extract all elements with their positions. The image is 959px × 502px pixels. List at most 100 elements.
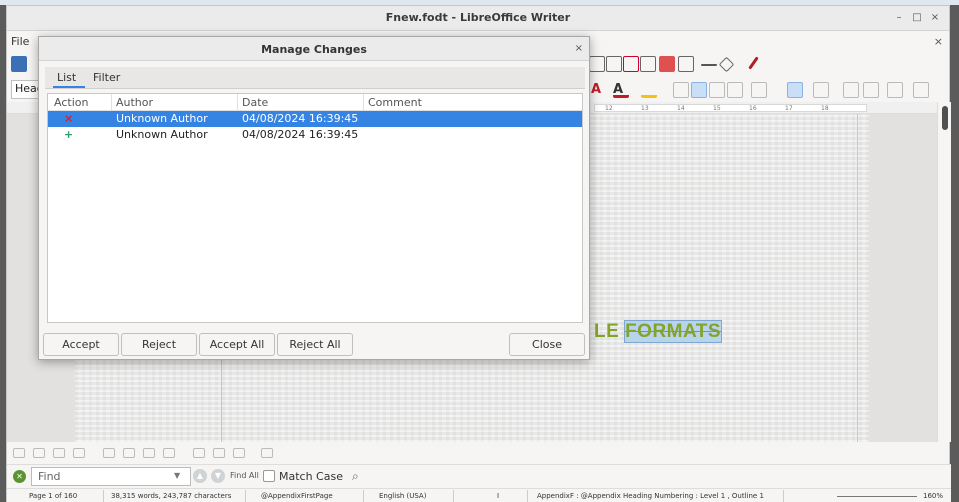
column-header-action[interactable]: Action (54, 94, 112, 110)
changes-table[interactable]: Action Author Date Comment × Unknown Aut… (47, 93, 583, 323)
window-close-button[interactable]: × (927, 10, 943, 26)
tab-list[interactable]: List (57, 71, 76, 84)
find-next-icon[interactable]: ▼ (211, 469, 225, 483)
deletion-icon: × (64, 112, 74, 125)
maximize-button[interactable]: □ (909, 10, 925, 26)
font-color-icon[interactable]: A (591, 82, 607, 98)
document-heading[interactable]: LE FORMATS (594, 320, 723, 343)
insert-textbox-icon[interactable] (589, 56, 605, 72)
toolbar-icon[interactable] (73, 448, 85, 458)
toolbar-icon[interactable] (193, 448, 205, 458)
close-button[interactable]: Close (509, 333, 585, 356)
divider (783, 490, 784, 502)
tab-filter[interactable]: Filter (93, 71, 120, 84)
insert-frame-icon[interactable] (606, 56, 622, 72)
new-document-icon[interactable] (11, 56, 27, 72)
divider (527, 490, 528, 502)
character-color-icon[interactable]: A (613, 82, 629, 98)
find-history-dropdown-icon[interactable]: ▼ (174, 471, 180, 480)
minimize-button[interactable]: – (891, 10, 907, 26)
draw-pen-icon[interactable] (748, 56, 759, 70)
paragraph-style-box[interactable]: Head (11, 80, 44, 99)
divider (453, 490, 454, 502)
toolbar-icon[interactable] (53, 448, 65, 458)
toolbar-icon[interactable] (261, 448, 273, 458)
page-count[interactable]: Page 1 of 160 (29, 492, 77, 500)
toolbar-icon[interactable] (233, 448, 245, 458)
zoom-slider[interactable] (837, 496, 917, 497)
table-row[interactable]: × Unknown Author 04/08/2024 16:39:45 (48, 111, 582, 127)
ruler-track: 12 13 14 15 16 17 18 (594, 104, 867, 112)
reject-button[interactable]: Reject (121, 333, 197, 356)
align-left-icon[interactable] (673, 82, 689, 98)
increase-indent-icon[interactable] (843, 82, 859, 98)
dialog-title-bar: Manage Changes × (39, 37, 589, 61)
toolbar-icon[interactable] (143, 448, 155, 458)
find-previous-icon[interactable]: ▲ (193, 469, 207, 483)
column-header-date[interactable]: Date (242, 94, 364, 110)
ruler-tick: 17 (785, 105, 793, 112)
insert-field-icon[interactable] (623, 56, 639, 72)
status-bar: Page 1 of 160 38,315 words, 243,787 char… (7, 488, 951, 502)
scrollbar-thumb[interactable] (942, 106, 948, 130)
align-center-icon[interactable] (691, 82, 707, 98)
document-close-icon[interactable]: × (934, 35, 943, 48)
dialog-title: Manage Changes (261, 43, 367, 56)
heading-selected-text[interactable]: FORMATS (624, 320, 723, 343)
track-changes-icon[interactable] (678, 56, 694, 72)
column-header-comment[interactable]: Comment (368, 94, 578, 110)
language[interactable]: English (USA) (379, 492, 426, 500)
table-row[interactable]: + Unknown Author 04/08/2024 16:39:45 (48, 127, 582, 143)
paragraph-spacing-icon[interactable] (913, 82, 929, 98)
toolbar-icon[interactable] (33, 448, 45, 458)
row-date: 04/08/2024 16:39:45 (242, 112, 359, 125)
divider (245, 490, 246, 502)
row-date: 04/08/2024 16:39:45 (242, 128, 359, 141)
accept-all-button[interactable]: Accept All (199, 333, 275, 356)
align-right-icon[interactable] (709, 82, 725, 98)
basic-shapes-icon[interactable] (718, 56, 735, 73)
manage-changes-dialog: Manage Changes × List Filter Action Auth… (38, 36, 590, 360)
title-bar: Fnew.fodt - LibreOffice Writer – □ × (7, 6, 949, 31)
active-tab-indicator (53, 86, 85, 88)
find-all-button[interactable]: Find All (230, 471, 259, 480)
unordered-list-icon[interactable] (751, 82, 767, 98)
insert-line-icon[interactable] (701, 64, 717, 66)
dialog-tabs: List Filter (45, 67, 585, 89)
table-header: Action Author Date Comment (48, 94, 582, 111)
divider (103, 490, 104, 502)
zoom-level[interactable]: 160% (923, 492, 943, 500)
toolbar-icon[interactable] (213, 448, 225, 458)
find-toolbar: ✕ Find ▼ ▲ ▼ Find All Match Case ⌕ (7, 464, 951, 488)
accept-button[interactable]: Accept (43, 333, 119, 356)
column-header-author[interactable]: Author (116, 94, 238, 110)
outline-list-icon[interactable] (813, 82, 829, 98)
highlight-icon[interactable] (641, 82, 657, 98)
insert-footnote-icon[interactable] (640, 56, 656, 72)
toolbar-icon[interactable] (123, 448, 135, 458)
insert-mode[interactable]: I (497, 492, 499, 500)
dialog-close-icon[interactable]: × (575, 43, 583, 54)
find-and-replace-icon[interactable]: ⌕ (352, 469, 359, 484)
line-spacing-icon[interactable] (887, 82, 903, 98)
reject-all-button[interactable]: Reject All (277, 333, 353, 356)
ruler-tick: 12 (605, 105, 613, 112)
vertical-scrollbar[interactable] (937, 102, 951, 442)
ruler-tick: 13 (641, 105, 649, 112)
toolbar-icon[interactable] (13, 448, 25, 458)
toolbar-icon[interactable] (103, 448, 115, 458)
page-style[interactable]: @AppendixFirstPage (261, 492, 333, 500)
ordered-list-icon[interactable] (787, 82, 803, 98)
menu-file[interactable]: File (11, 35, 29, 48)
decrease-indent-icon[interactable] (863, 82, 879, 98)
justify-icon[interactable] (727, 82, 743, 98)
find-input[interactable]: Find (31, 467, 191, 486)
close-find-bar-icon[interactable]: ✕ (13, 470, 26, 483)
row-author: Unknown Author (116, 112, 208, 125)
insert-comment-icon[interactable] (659, 56, 675, 72)
heading-text-prefix: LE (594, 321, 626, 342)
match-case-checkbox[interactable] (263, 470, 275, 482)
toolbar-icon[interactable] (163, 448, 175, 458)
match-case-label[interactable]: Match Case (279, 470, 343, 483)
word-count[interactable]: 38,315 words, 243,787 characters (111, 492, 231, 500)
